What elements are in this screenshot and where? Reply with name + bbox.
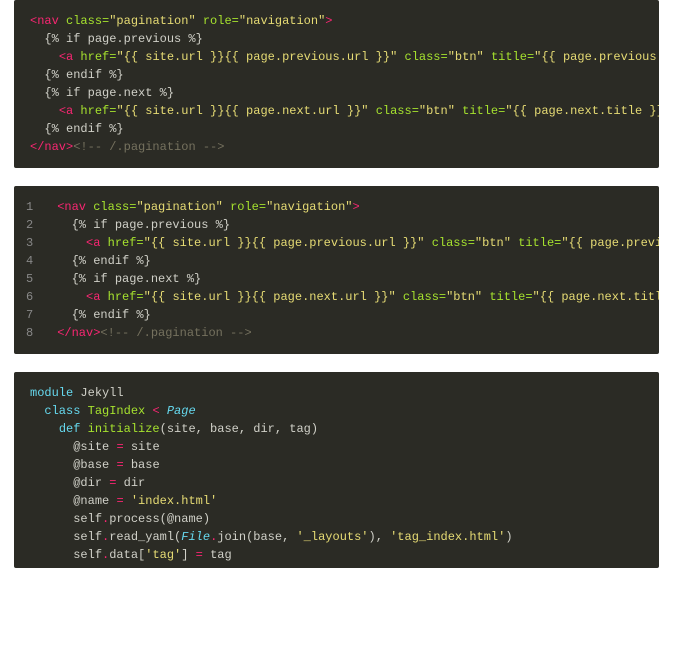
code-line: self.process(@name)	[30, 510, 643, 528]
code-line: @site = site	[30, 438, 643, 456]
code-line: </nav><!-- /.pagination -->	[57, 324, 643, 342]
code-line: class TagIndex < Page	[30, 402, 643, 420]
line-number: 4	[26, 252, 33, 270]
code-line: module Jekyll	[30, 384, 643, 402]
code-line: @name = 'index.html'	[30, 492, 643, 510]
code-line: {% if page.previous %}	[30, 30, 643, 48]
line-number: 7	[26, 306, 33, 324]
code-line: <a href="{{ site.url }}{{ page.previous.…	[57, 234, 643, 252]
code-block-1-scroll[interactable]: <nav class="pagination" role="navigation…	[14, 12, 659, 156]
code-line: </nav><!-- /.pagination -->	[30, 138, 643, 156]
code-line: {% if page.next %}	[30, 84, 643, 102]
code-line: {% endif %}	[57, 306, 643, 324]
code-line: <a href="{{ site.url }}{{ page.previous.…	[30, 48, 643, 66]
code-block-2-scroll[interactable]: <nav class="pagination" role="navigation…	[57, 198, 659, 342]
code-line: <nav class="pagination" role="navigation…	[30, 12, 643, 30]
code-line: <a href="{{ site.url }}{{ page.next.url …	[57, 288, 643, 306]
code-line: {% endif %}	[30, 120, 643, 138]
code-block-2-linenumbers: 12345678	[14, 198, 57, 342]
code-line: {% endif %}	[30, 66, 643, 84]
code-line: self.read_yaml(File.join(base, '_layouts…	[30, 528, 643, 546]
line-number: 1	[26, 198, 33, 216]
code-line: def initialize(site, base, dir, tag)	[30, 420, 643, 438]
code-line: {% if page.previous %}	[57, 216, 643, 234]
line-number: 8	[26, 324, 33, 342]
line-number: 5	[26, 270, 33, 288]
line-number: 3	[26, 234, 33, 252]
code-line: <a href="{{ site.url }}{{ page.next.url …	[30, 102, 643, 120]
code-line: @dir = dir	[30, 474, 643, 492]
code-block-2: 12345678 <nav class="pagination" role="n…	[14, 186, 659, 354]
line-number: 2	[26, 216, 33, 234]
code-block-3: module Jekyll class TagIndex < Page def …	[14, 372, 659, 568]
code-line: @base = base	[30, 456, 643, 474]
line-number: 6	[26, 288, 33, 306]
code-line: {% if page.next %}	[57, 270, 643, 288]
code-block-3-scroll[interactable]: module Jekyll class TagIndex < Page def …	[14, 384, 659, 564]
code-line: self.data['tag'] = tag	[30, 546, 643, 564]
code-line: <nav class="pagination" role="navigation…	[57, 198, 643, 216]
code-block-1: <nav class="pagination" role="navigation…	[14, 0, 659, 168]
code-line: {% endif %}	[57, 252, 643, 270]
